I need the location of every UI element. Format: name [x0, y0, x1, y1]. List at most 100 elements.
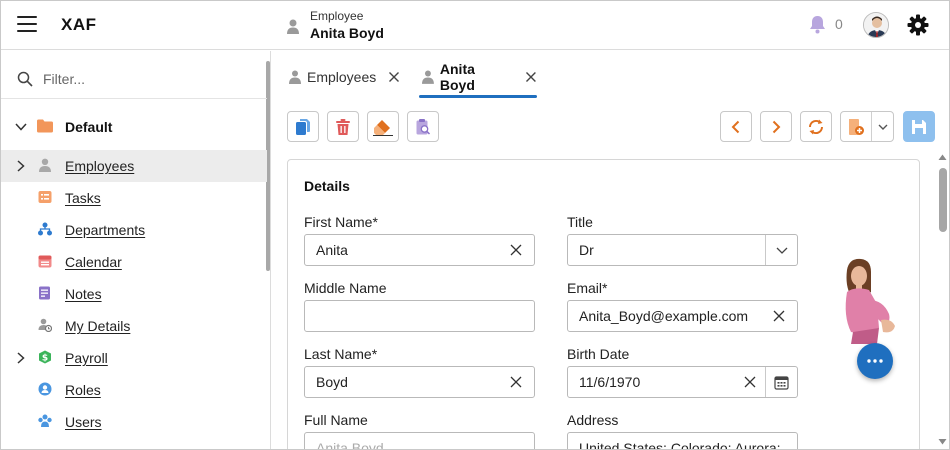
close-icon[interactable] [388, 71, 400, 83]
calendar-icon [38, 255, 52, 268]
sidebar-item-label: Users [65, 414, 102, 430]
calendar-icon[interactable] [774, 375, 789, 390]
eraser-icon [373, 119, 393, 136]
chevron-down-icon[interactable] [775, 243, 789, 257]
users-icon [38, 414, 52, 427]
copy-button[interactable] [287, 111, 319, 142]
close-icon[interactable] [525, 71, 537, 83]
sidebar-item-employees[interactable]: Employees [1, 150, 267, 182]
sidebar-item-tasks[interactable]: Tasks [1, 182, 267, 214]
user-avatar[interactable] [863, 12, 889, 38]
save-button[interactable] [903, 111, 935, 142]
refresh-icon [808, 119, 824, 134]
notes-icon [39, 286, 50, 300]
birth-date-value: 11/6/1970 [579, 374, 641, 390]
divider [871, 112, 872, 141]
sidebar-item-label: Roles [65, 382, 101, 398]
clear-icon[interactable] [741, 373, 759, 391]
last-name-label: Last Name* [304, 346, 378, 362]
sidebar-item-calendar[interactable]: Calendar [1, 246, 267, 278]
email-label: Email* [567, 280, 608, 296]
my-details-icon [38, 318, 52, 332]
birth-date-field[interactable]: 11/6/1970 [567, 366, 798, 398]
employee-photo [845, 258, 895, 344]
first-name-field[interactable]: Anita [304, 234, 535, 266]
full-name-field: Anita Boyd [304, 432, 535, 449]
first-name-value: Anita [316, 242, 348, 258]
chevron-left-icon [731, 120, 740, 133]
svg-text:$: $ [42, 354, 48, 364]
sidebar-item-label: Tasks [65, 190, 101, 206]
sidebar-item-label: My Details [65, 318, 131, 334]
scrollbar-thumb[interactable] [939, 168, 947, 232]
address-value: United States; Colorado; Aurora; [579, 440, 781, 450]
clear-icon[interactable] [507, 241, 525, 259]
sidebar-item-label: Notes [65, 286, 102, 302]
title-label: Title [567, 214, 593, 230]
copy-icon [296, 118, 310, 135]
filter-placeholder: Filter... [43, 71, 86, 87]
person-icon [289, 70, 301, 84]
view-caption: Employee Anita Boyd [287, 9, 384, 41]
full-name-label: Full Name [304, 412, 368, 428]
sidebar-item-notes[interactable]: Notes [1, 278, 267, 310]
chevron-down-icon[interactable] [877, 121, 889, 133]
more-icon [867, 359, 883, 363]
clear-fields-button[interactable] [367, 111, 399, 142]
sidebar-item-label: Calendar [65, 254, 122, 270]
address-label: Address [567, 412, 619, 428]
clear-icon[interactable] [507, 373, 525, 391]
last-name-value: Boyd [316, 374, 348, 390]
avatar-image [864, 13, 888, 37]
sidebar-item-label: Departments [65, 222, 146, 238]
view-caption-type: Employee [310, 9, 364, 23]
active-tab-indicator [419, 95, 537, 98]
previous-record-button[interactable] [720, 111, 752, 142]
delete-button[interactable] [327, 111, 359, 142]
nav-group-default[interactable]: Default [1, 113, 267, 141]
chevron-right-icon[interactable] [14, 351, 28, 365]
clipboard-search-icon [416, 118, 431, 135]
birth-date-label: Birth Date [567, 346, 630, 362]
scroll-down-icon[interactable] [938, 438, 947, 445]
clipboard-search-button[interactable] [407, 111, 439, 142]
more-actions-button[interactable] [857, 343, 893, 379]
scroll-up-icon[interactable] [938, 154, 947, 161]
search-icon [17, 71, 33, 87]
next-record-button[interactable] [760, 111, 792, 142]
sidebar-item-my-details[interactable]: My Details [1, 310, 267, 342]
hamburger-menu-icon[interactable] [17, 16, 37, 34]
chevron-down-icon[interactable] [14, 120, 28, 134]
tab-label: Anita Boyd [439, 61, 475, 93]
title-value: Dr [579, 242, 594, 258]
new-object-split-button[interactable] [840, 111, 894, 142]
email-field[interactable]: Anita_Boyd@example.com [567, 300, 798, 332]
divider [1, 98, 267, 99]
title-select[interactable]: Dr [567, 234, 798, 266]
gear-icon[interactable] [907, 14, 929, 36]
refresh-button[interactable] [800, 111, 832, 142]
notification-count: 0 [835, 16, 843, 32]
sidebar-item-users[interactable]: Users [1, 406, 267, 438]
middle-name-field[interactable] [304, 300, 535, 332]
email-value: Anita_Boyd@example.com [579, 308, 749, 324]
tab-employees[interactable]: Employees [289, 56, 400, 98]
tab-anita-boyd[interactable]: Anita Boyd [419, 56, 537, 98]
bell-icon[interactable] [809, 15, 826, 34]
folder-icon [37, 119, 53, 133]
nav-filter-input[interactable]: Filter... [17, 71, 85, 87]
clear-icon[interactable] [770, 307, 788, 325]
roles-icon [38, 382, 52, 396]
last-name-field[interactable]: Boyd [304, 366, 535, 398]
nav-group-label: Default [65, 119, 113, 135]
middle-name-label: Middle Name [304, 280, 387, 296]
sidebar-item-departments[interactable]: Departments [1, 214, 267, 246]
chevron-right-icon[interactable] [14, 159, 28, 173]
sidebar-item-roles[interactable]: Roles [1, 374, 267, 406]
delete-icon [336, 118, 350, 135]
sidebar-item-payroll[interactable]: $ Payroll [1, 342, 267, 374]
address-field[interactable]: United States; Colorado; Aurora; [567, 432, 798, 450]
org-chart-icon [38, 222, 52, 236]
person-icon [39, 158, 51, 172]
divider [765, 235, 766, 265]
